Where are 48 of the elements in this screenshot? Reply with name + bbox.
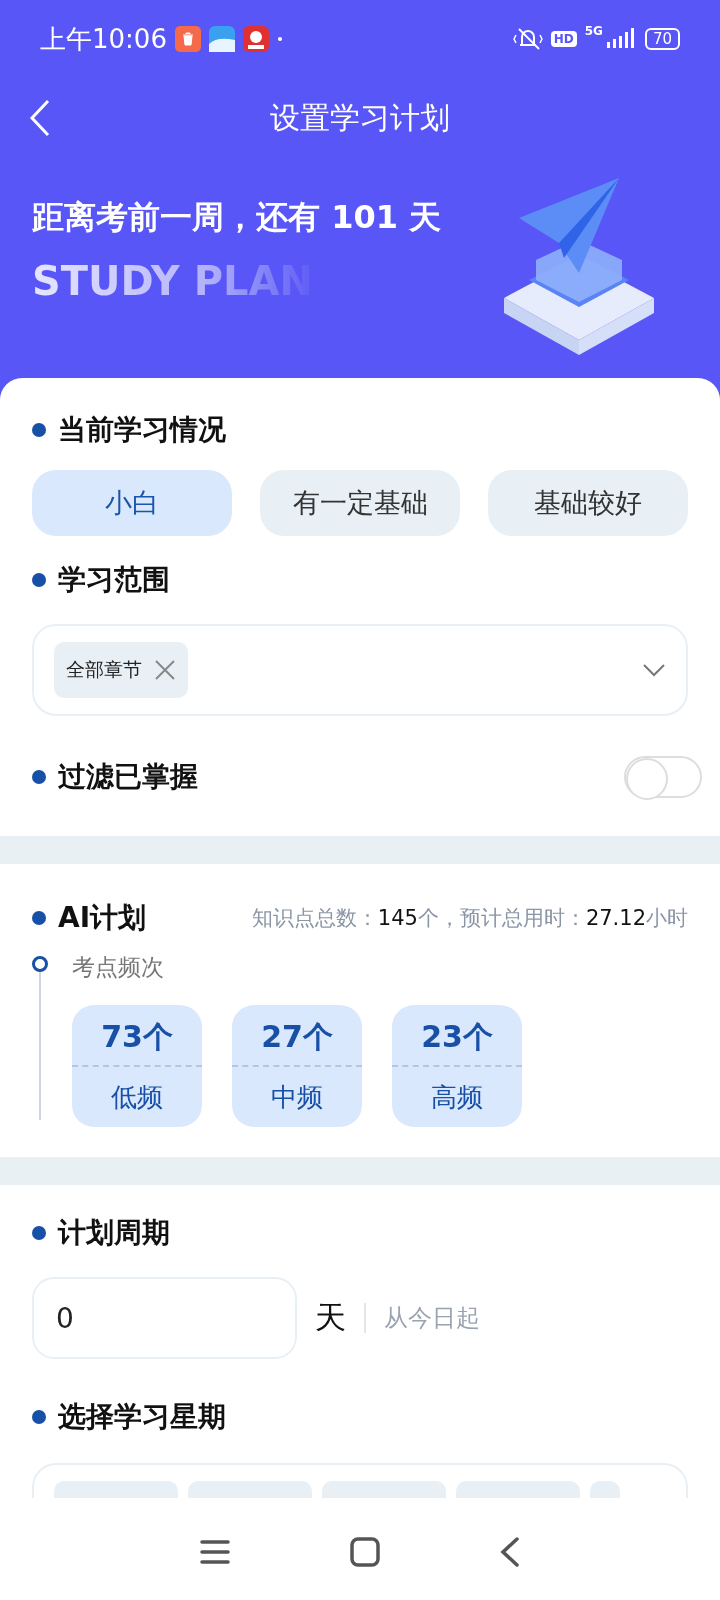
section-title: 学习范围: [58, 562, 170, 598]
frequency-label: 低频: [111, 1081, 163, 1114]
signal-icon: [606, 28, 637, 50]
level-option[interactable]: 基础较好: [488, 470, 688, 536]
start-hint: 从今日起: [384, 1303, 480, 1334]
network-label: 5G: [584, 24, 603, 38]
section-title: AI计划: [58, 900, 147, 936]
section-title: 计划周期: [58, 1215, 170, 1251]
section-title: 选择学习星期: [58, 1399, 226, 1435]
toggle-switch[interactable]: [624, 756, 702, 798]
app-icon: [242, 26, 269, 52]
frequency-count: 27个: [232, 1005, 362, 1067]
close-icon[interactable]: [154, 659, 176, 681]
status-time: 上午10:06: [40, 22, 167, 56]
page-title: 设置学习计划: [270, 98, 450, 137]
mute-icon: [512, 26, 543, 52]
level-option[interactable]: 小白: [32, 470, 232, 536]
home-icon[interactable]: [350, 1537, 380, 1567]
dot-icon: [276, 36, 283, 42]
level-option[interactable]: 有一定基础: [260, 470, 460, 536]
bullet-icon: [32, 770, 46, 784]
back-icon[interactable]: [500, 1537, 520, 1567]
bullet-icon: [32, 573, 46, 587]
chevron-down-icon: [642, 663, 666, 677]
section-title: 过滤已掌握: [58, 759, 198, 795]
frequency-title: 考点频次: [72, 953, 165, 982]
frequency-label: 中频: [271, 1081, 323, 1114]
section-title: 当前学习情况: [58, 412, 226, 448]
cloud-icon: [208, 26, 235, 52]
frequency-count: 73个: [72, 1005, 202, 1067]
trash-icon: [174, 26, 201, 52]
bullet-icon: [32, 1226, 46, 1240]
bullet-icon: [32, 423, 46, 437]
scope-select[interactable]: 全部章节: [32, 624, 688, 716]
timeline-node-icon: [32, 956, 48, 972]
back-icon[interactable]: [28, 98, 52, 138]
tag-label: 全部章节: [66, 657, 142, 682]
menu-icon[interactable]: [200, 1539, 230, 1565]
hd-badge: HD: [550, 31, 577, 47]
battery-indicator: 70: [644, 28, 680, 50]
frequency-label: 高频: [431, 1081, 483, 1114]
unit-label: 天: [315, 1298, 346, 1337]
frequency-count: 23个: [392, 1005, 522, 1067]
bullet-icon: [32, 1410, 46, 1424]
days-input[interactable]: 0: [32, 1277, 297, 1359]
plan-summary: 知识点总数：145个，预计总用时：27.12小时: [251, 905, 688, 932]
countdown-headline: 距离考前一周，还有 101 天: [32, 197, 443, 238]
bullet-icon: [32, 911, 46, 925]
